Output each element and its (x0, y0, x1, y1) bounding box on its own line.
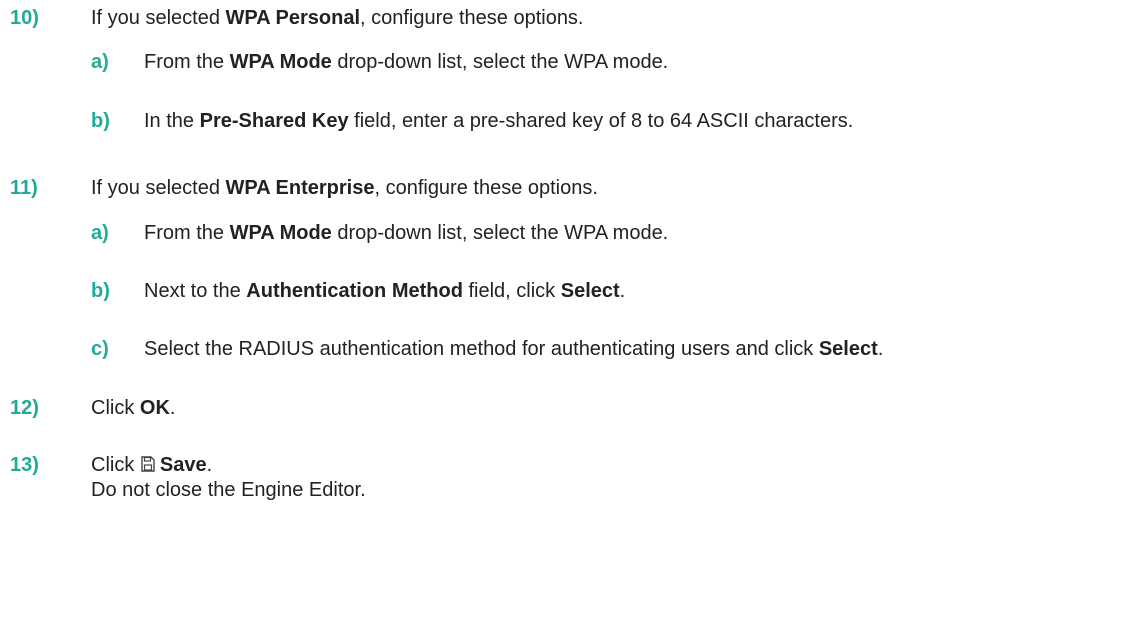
step-text: If you selected WPA Personal, configure … (91, 7, 584, 29)
step-text: If you selected WPA Enterprise, configur… (91, 177, 598, 199)
substep-letter: a) (91, 222, 109, 244)
step-number: 13) (10, 454, 39, 476)
substep-letter: a) (91, 51, 109, 73)
step-number: 12) (10, 397, 39, 419)
ui-term: OK (139, 397, 170, 419)
ui-term: Save (159, 454, 207, 476)
save-icon (141, 456, 155, 472)
substep-text: Select the RADIUS authentication method … (144, 338, 884, 360)
ui-term: Authentication Method (246, 280, 463, 302)
ui-term: WPA Personal (225, 7, 361, 29)
ui-term: WPA Enterprise (225, 177, 375, 199)
ui-term: WPA Mode (229, 51, 332, 73)
substep-text: From the WPA Mode drop-down list, select… (144, 222, 669, 244)
step-text: Click Save. (91, 454, 213, 476)
ui-term: Select (560, 280, 620, 302)
substep-letter: c) (91, 338, 109, 360)
step-note: Do not close the Engine Editor. (91, 479, 366, 501)
ui-term: Select (818, 338, 878, 360)
step-text: Click OK. (91, 397, 176, 419)
ui-term: WPA Mode (229, 222, 332, 244)
substep-letter: b) (91, 110, 110, 132)
document-page: 10) If you selected WPA Personal, config… (0, 0, 1129, 635)
substep-text: From the WPA Mode drop-down list, select… (144, 51, 669, 73)
step-number: 11) (10, 177, 38, 199)
step-number: 10) (10, 7, 39, 29)
substep-text: In the Pre-Shared Key field, enter a pre… (144, 110, 854, 132)
substep-text: Next to the Authentication Method field,… (144, 280, 626, 302)
ui-term: Pre-Shared Key (199, 110, 349, 132)
substep-letter: b) (91, 280, 110, 302)
